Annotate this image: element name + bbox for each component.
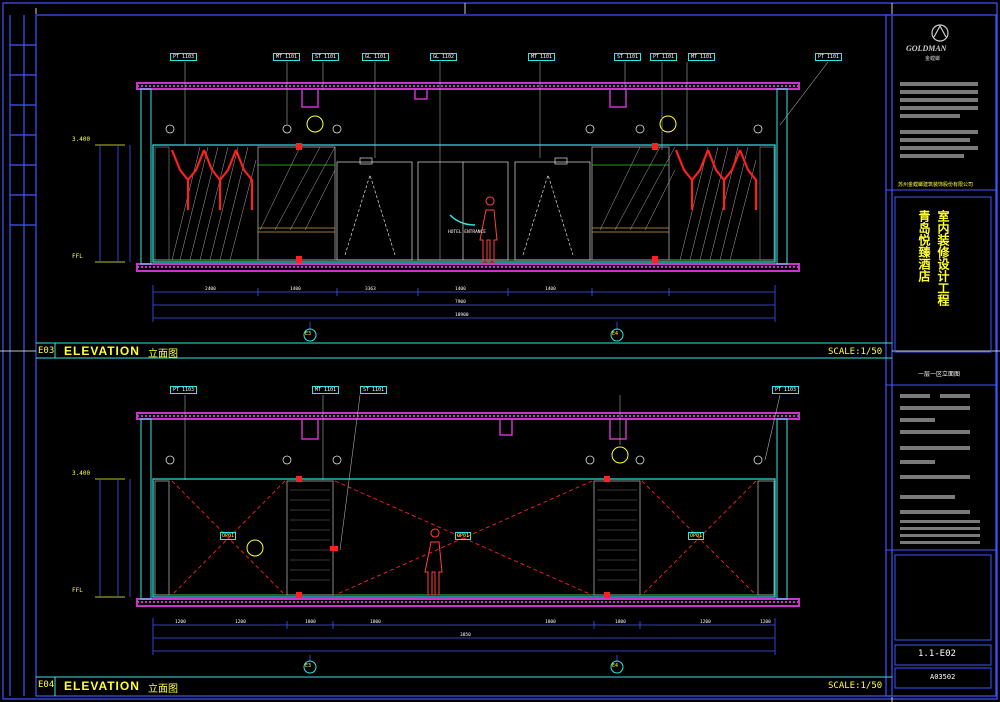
elevation-title-e03: ELEVATION [64,344,140,358]
grid-label-e03-2: E4 [612,331,619,337]
material-tag: GL 1101 [362,53,390,61]
logo-mark [931,24,949,42]
dimension-text: 1400 [545,287,556,292]
material-tag: GL 1102 [430,53,458,61]
grid-label-e04-1: E3 [305,663,312,669]
project-name-vertical-2: 室内装修设计工程 [936,210,950,306]
dimension-text: 1200 [760,620,771,625]
elevation-scale-e03: SCALE:1/50 [828,347,883,357]
dimension-text: 3363 [365,287,376,292]
sheet-code: A03502 [930,673,956,681]
panel-tag-1: OP01 [220,532,237,540]
logo-text-cn: 金螳螂 [925,56,941,62]
level-top-e04: 3.400 [72,470,91,477]
panel-tag-2: OP01 [455,532,472,540]
dimension-text: 7900 [455,300,466,305]
dimension-text: 1200 [175,620,186,625]
material-tag: PT 1101 [650,53,678,61]
drawing-number: 1.1-E02 [918,649,956,659]
elevation-e04 [36,394,892,696]
dimension-text: 1800 [545,620,556,625]
grid-label-e03-1: E3 [305,331,312,337]
dimension-text: 2400 [205,287,216,292]
dimension-text: 1400 [455,287,466,292]
grid-markers [303,328,624,674]
elevation-code-e03: E03 [38,346,55,356]
dimension-text: 1400 [290,287,301,292]
dimension-text: 1200 [235,620,246,625]
elevation-title-e04: ELEVATION [64,679,140,693]
dimension-text: 1800 [305,620,316,625]
material-tag: ST 1101 [614,53,642,61]
dimension-text: 1800 [615,620,626,625]
dimension-text: 3850 [460,633,471,638]
elevation-code-e04: E04 [38,680,55,690]
elevation-title-cn-e04: 立面图 [148,684,178,695]
panel-tag-3: OP01 [688,532,705,540]
dimension-text: 18900 [455,313,469,318]
material-tag: MT 1101 [688,53,716,61]
logo-text: GOLDMAN [906,44,947,53]
project-name-vertical-1: 青岛悦臻酒店 [917,210,931,282]
material-tag: PT 1103 [772,386,800,394]
dimension-text: 1800 [370,620,381,625]
material-tag: MT 1101 [528,53,556,61]
drawing-name: 一层一区立面图 [918,371,961,378]
level-floor-e03: FFL [72,253,83,260]
company-name: 苏州金螳螂建筑装饰股份有限公司 [898,182,974,188]
material-tag: MT 1101 [312,386,340,394]
grid-label-e04-2: E4 [612,663,619,669]
material-tag: PT 1103 [170,53,198,61]
dimension-text: 1200 [700,620,711,625]
elevation-title-cn-e03: 立面图 [148,349,178,360]
material-tag: PT 1103 [170,386,198,394]
material-tag: MT 1101 [273,53,301,61]
level-floor-e04: FFL [72,587,83,594]
material-tag: PT 1101 [815,53,843,61]
elevation-scale-e04: SCALE:1/50 [828,681,883,691]
hotel-entrance-label: HOTEL ENTRANCE [448,230,486,235]
level-top-e03: 3.400 [72,136,91,143]
material-tag: ST 1101 [312,53,340,61]
material-tag: ST 1101 [360,386,388,394]
scale-figure-2 [424,528,443,596]
